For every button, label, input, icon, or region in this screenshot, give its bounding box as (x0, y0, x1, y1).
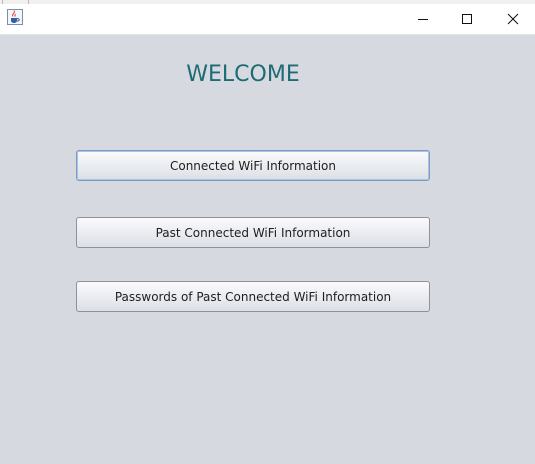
window-titlebar[interactable] (0, 4, 535, 35)
button-label: Past Connected WiFi Information (155, 225, 351, 240)
main-panel: WELCOME Connected WiFi Information Past … (0, 35, 535, 464)
past-wifi-passwords-button[interactable]: Passwords of Past Connected WiFi Informa… (76, 281, 430, 312)
minimize-button[interactable] (400, 4, 446, 34)
close-button[interactable] (490, 4, 535, 34)
button-label: Passwords of Past Connected WiFi Informa… (114, 289, 392, 304)
welcome-heading: WELCOME (186, 62, 300, 87)
java-cup-icon (7, 9, 23, 25)
connected-wifi-info-button[interactable]: Connected WiFi Information (76, 150, 430, 181)
maximize-button[interactable] (444, 4, 490, 34)
past-connected-wifi-info-button[interactable]: Past Connected WiFi Information (76, 217, 430, 248)
maximize-icon (461, 10, 473, 29)
minimize-icon (417, 10, 429, 29)
close-icon (507, 10, 519, 29)
button-label: Connected WiFi Information (169, 158, 336, 173)
